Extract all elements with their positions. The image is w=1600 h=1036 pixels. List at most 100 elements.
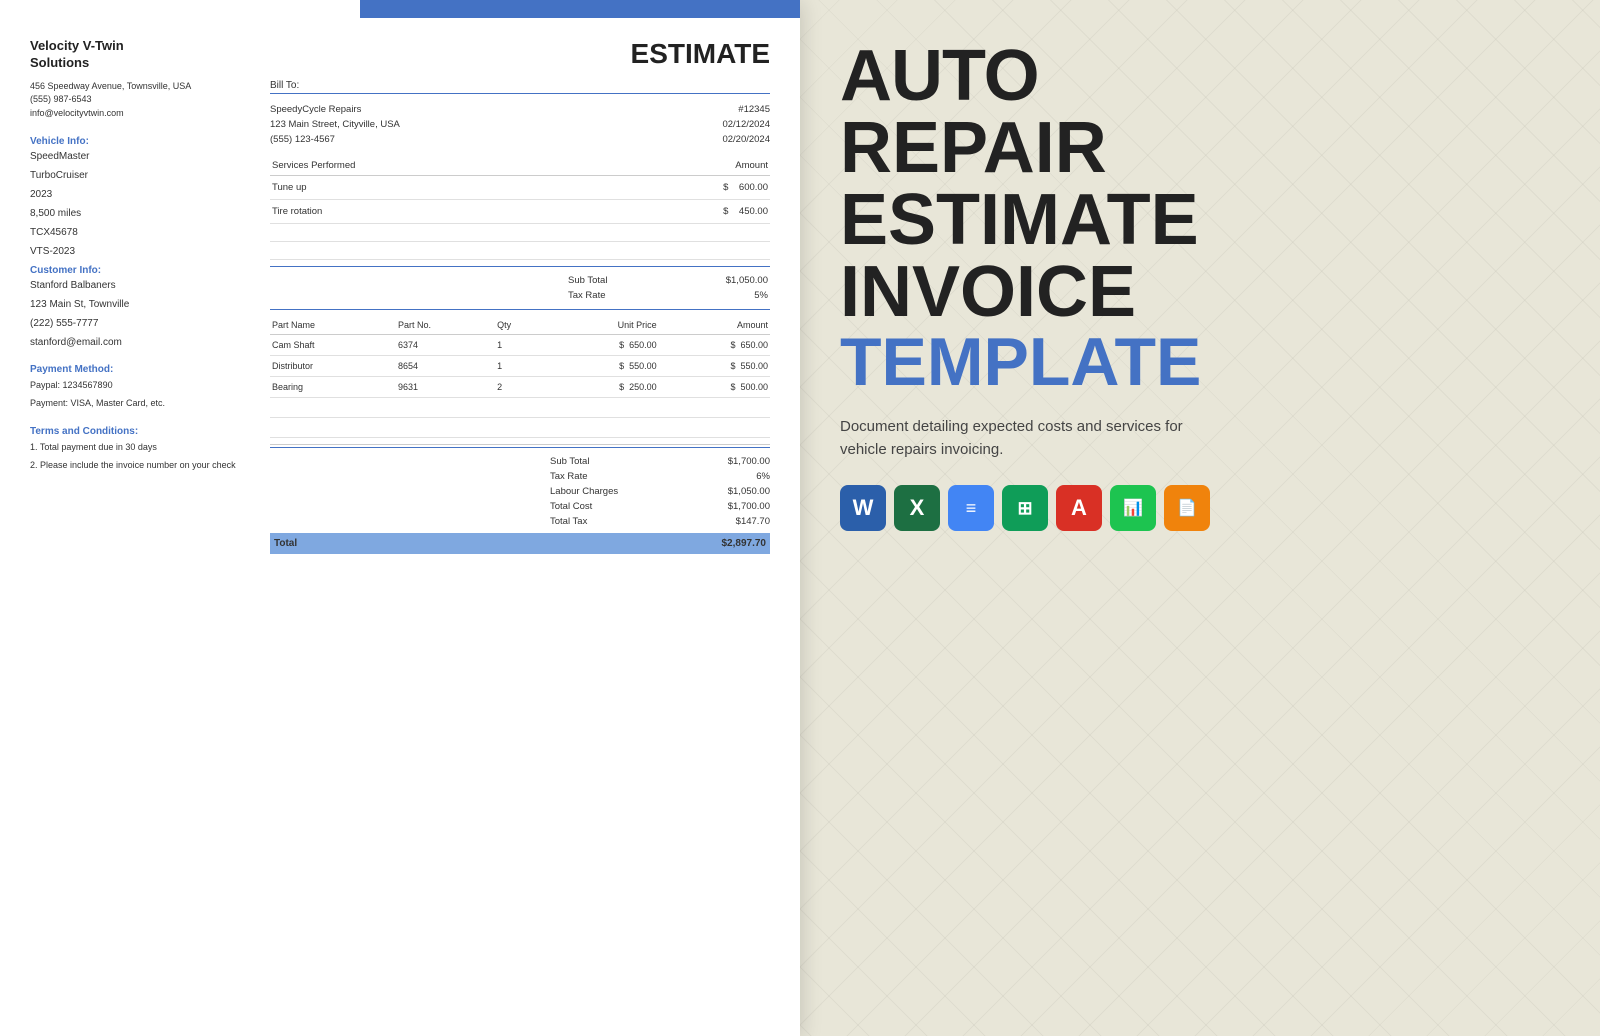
total-sub-row: Sub Total $1,700.00	[550, 454, 770, 469]
vehicle-info-label: Vehicle Info:	[30, 136, 250, 147]
sheets-icon: ⊞	[1017, 498, 1032, 519]
total-tax-rate-row: Tax Rate 6%	[550, 469, 770, 484]
service-row-empty2	[270, 241, 770, 259]
bill-info-right: #12345 02/12/2024 02/20/2024	[722, 102, 770, 148]
vehicle-vin: TCX45678	[30, 227, 250, 238]
title-estimate: ESTIMATE	[840, 184, 1570, 256]
company-phone: (555) 987-6543	[30, 93, 250, 107]
right-column: ESTIMATE Bill To: SpeedyCycle Repairs 12…	[270, 38, 770, 554]
bill-number: #12345	[722, 102, 770, 117]
part-qty-3: 2	[495, 376, 543, 397]
top-bar	[360, 0, 800, 18]
total-labour-value: $1,050.00	[728, 486, 770, 497]
numbers-icon: 📊	[1123, 498, 1143, 518]
total-cost-row: Total Cost $1,700.00	[550, 499, 770, 514]
service-row-1: Tune up $ 600.00	[270, 175, 770, 199]
service-name-1: Tune up	[270, 175, 591, 199]
service-amount-2: $ 450.00	[591, 199, 770, 223]
tax-rate-value: 5%	[754, 290, 768, 301]
total-labour-row: Labour Charges $1,050.00	[550, 484, 770, 499]
company-name: Velocity V-Twin Solutions	[30, 38, 250, 72]
totals-section: Sub Total $1,700.00 Tax Rate 6% Labour C…	[270, 454, 770, 529]
bill-to-label: Bill To:	[270, 80, 770, 91]
app-icons: W X ≡ ⊞ A 📊 📄	[840, 485, 1570, 531]
total-final-row: Total $2,897.70	[270, 533, 770, 554]
bill-to-divider	[270, 93, 770, 94]
total-tax-rate-label: Tax Rate	[550, 471, 588, 482]
excel-letter: X	[910, 495, 925, 521]
title-template: TEMPLATE	[840, 328, 1570, 396]
payment-method-label: Payment Method:	[30, 364, 250, 375]
bill-info-left: SpeedyCycle Repairs 123 Main Street, Cit…	[270, 102, 400, 148]
icon-sheets[interactable]: ⊞	[1002, 485, 1048, 531]
part-name-2: Distributor	[270, 355, 396, 376]
icon-excel[interactable]: X	[894, 485, 940, 531]
terms-item-2: 2. Please include the invoice number on …	[30, 459, 250, 473]
customer-address: 123 Main St, Townville	[30, 299, 250, 310]
parts-header-amount: Amount	[659, 316, 770, 335]
part-qty-2: 1	[495, 355, 543, 376]
parts-divider-top	[270, 309, 770, 310]
left-column: Velocity V-Twin Solutions 456 Speedway A…	[30, 38, 250, 554]
customer-phone: (222) 555-7777	[30, 318, 250, 329]
customer-email: stanford@email.com	[30, 337, 250, 348]
icon-docs[interactable]: ≡	[948, 485, 994, 531]
icon-pages[interactable]: 📄	[1164, 485, 1210, 531]
total-tax-label: Total Tax	[550, 516, 587, 527]
part-no-1: 6374	[396, 334, 495, 355]
word-letter: W	[853, 495, 874, 521]
pages-icon: 📄	[1177, 498, 1197, 518]
part-amount-1: $ 650.00	[659, 334, 770, 355]
vehicle-year: 2023	[30, 189, 250, 200]
parts-blue-divider	[270, 447, 770, 448]
services-divider	[270, 266, 770, 267]
parts-header-price: Unit Price	[543, 316, 658, 335]
part-name-1: Cam Shaft	[270, 334, 396, 355]
part-row-3: Bearing 9631 2 $ 250.00 $ 500.00	[270, 376, 770, 397]
sub-total-value: $1,050.00	[726, 275, 768, 286]
vehicle-make: SpeedMaster	[30, 151, 250, 162]
total-sub-value: $1,700.00	[728, 456, 770, 467]
service-row-2: Tire rotation $ 450.00	[270, 199, 770, 223]
payment-other: Payment: VISA, Master Card, etc.	[30, 397, 250, 411]
bill-company: SpeedyCycle Repairs	[270, 102, 400, 117]
bill-address: 123 Main Street, Cityville, USA	[270, 117, 400, 132]
bill-info-row: SpeedyCycle Repairs 123 Main Street, Cit…	[270, 102, 770, 148]
company-email: info@velocityvtwin.com	[30, 107, 250, 121]
docs-icon: ≡	[966, 498, 977, 519]
description-text: Document detailing expected costs and se…	[840, 416, 1200, 461]
vehicle-plate: VTS-2023	[30, 246, 250, 257]
vehicle-model: TurboCruiser	[30, 170, 250, 181]
icon-numbers[interactable]: 📊	[1110, 485, 1156, 531]
services-subtotal: Sub Total $1,050.00 Tax Rate 5%	[270, 273, 770, 303]
part-amount-3: $ 500.00	[659, 376, 770, 397]
terms-label: Terms and Conditions:	[30, 426, 250, 437]
total-final-value: $2,897.70	[722, 538, 767, 549]
icon-word[interactable]: W	[840, 485, 886, 531]
part-name-3: Bearing	[270, 376, 396, 397]
service-row-empty	[270, 223, 770, 241]
customer-name: Stanford Balbaners	[30, 280, 250, 291]
part-price-2: $ 550.00	[543, 355, 658, 376]
icon-pdf[interactable]: A	[1056, 485, 1102, 531]
title-invoice: INVOICE	[840, 256, 1570, 328]
parts-table: Part Name Part No. Qty Unit Price Amount…	[270, 316, 770, 438]
sub-total-label: Sub Total	[568, 275, 607, 286]
service-name-2: Tire rotation	[270, 199, 591, 223]
part-price-1: $ 650.00	[543, 334, 658, 355]
subtotal-row: Sub Total $1,050.00	[568, 273, 768, 288]
bill-date1: 02/12/2024	[722, 117, 770, 132]
total-cost-value: $1,700.00	[728, 501, 770, 512]
pdf-letter: A	[1071, 495, 1087, 521]
title-auto: AUTO	[840, 40, 1570, 112]
bill-phone: (555) 123-4567	[270, 132, 400, 147]
tax-rate-row: Tax Rate 5%	[568, 288, 768, 303]
part-row-1: Cam Shaft 6374 1 $ 650.00 $ 650.00	[270, 334, 770, 355]
document: Velocity V-Twin Solutions 456 Speedway A…	[0, 0, 800, 1036]
company-address: 456 Speedway Avenue, Townsville, USA (55…	[30, 80, 250, 121]
terms-item-1: 1. Total payment due in 30 days	[30, 441, 250, 455]
tax-rate-label: Tax Rate	[568, 290, 606, 301]
title-repair: REPAIR	[840, 112, 1570, 184]
part-qty-1: 1	[495, 334, 543, 355]
parts-divider-bottom	[270, 444, 770, 445]
